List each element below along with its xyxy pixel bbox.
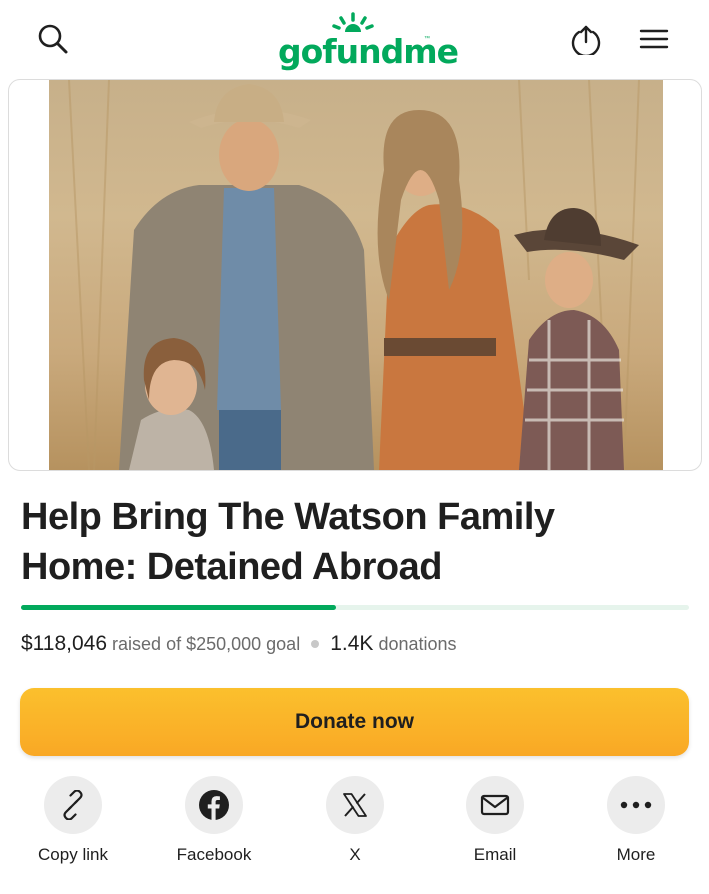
logo-trademark: ™ [424,36,430,42]
share-label-facebook: Facebook [176,845,252,864]
hamburger-menu-icon[interactable] [634,19,674,59]
progress-bar [21,605,689,610]
share-label-copy-link: Copy link [38,845,108,864]
share-x[interactable]: X [300,776,410,876]
donations-count: 1.4K [330,632,374,655]
share-label-email: Email [473,845,517,864]
share-email[interactable]: Email [440,776,550,876]
top-header: gofundme ™ [0,0,709,78]
share-facebook[interactable]: Facebook [159,776,269,876]
share-label-x: X [349,845,361,864]
share-label-more: More [616,845,656,864]
goal-text: raised of $250,000 goal [112,634,301,654]
logo-sun-icon [332,12,374,32]
x-logo-icon [326,776,384,834]
donations-label: donations [378,634,457,654]
progress-bar-fill [21,605,337,610]
campaign-hero-card[interactable] [8,79,702,471]
search-icon[interactable] [33,19,73,59]
link-icon [44,776,102,834]
facebook-icon [185,776,243,834]
separator-dot [311,640,320,649]
share-upload-icon[interactable] [566,19,606,59]
fundraising-stats: $118,046 raised of $250,000 goal 1.4K do… [21,630,457,658]
share-more[interactable]: More [581,776,691,876]
more-dots-icon [607,776,665,834]
logo-text: gofundme [278,32,459,71]
donate-now-button[interactable]: Donate now [20,688,689,756]
email-icon [466,776,524,834]
campaign-title: Help Bring The Watson Family Home: Detai… [21,496,555,588]
share-copy-link[interactable]: Copy link [18,776,128,876]
amount-raised: $118,046 [21,632,108,655]
gofundme-logo[interactable]: gofundme ™ [276,12,459,70]
family-photo [49,80,663,470]
